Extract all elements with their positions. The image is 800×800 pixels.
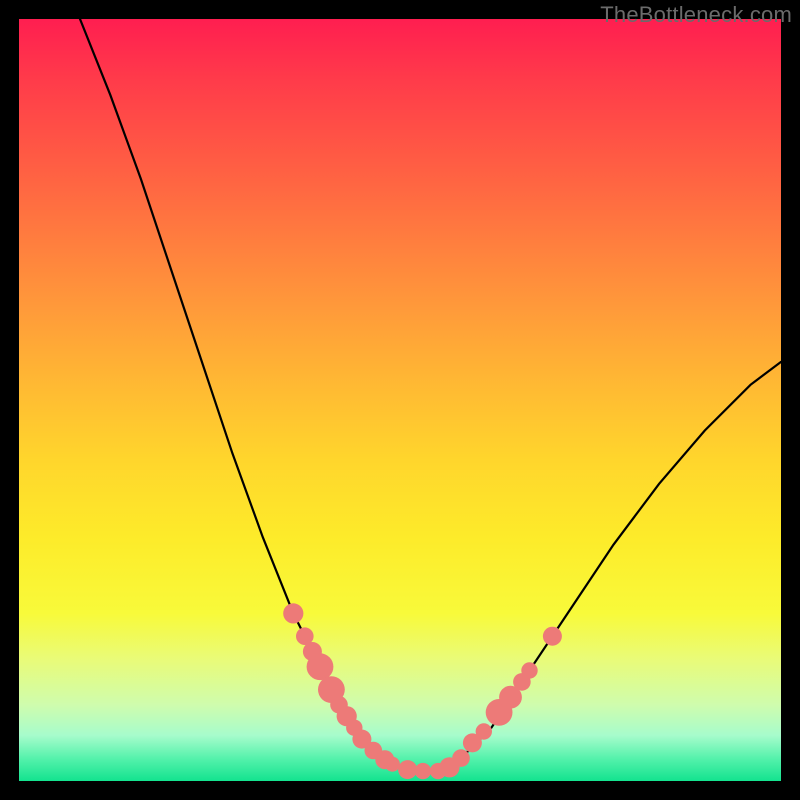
curve-marker — [385, 757, 400, 772]
curve-marker — [476, 723, 492, 739]
curve-marker — [452, 749, 470, 767]
curve-marker — [521, 662, 537, 678]
curve-marker — [398, 760, 417, 779]
curve-marker — [543, 627, 562, 646]
curve-markers — [283, 603, 562, 779]
bottleneck-curve — [80, 19, 781, 773]
curve-marker — [415, 763, 431, 779]
watermark-text: TheBottleneck.com — [600, 2, 792, 28]
curve-marker — [283, 603, 303, 623]
curve-marker — [307, 653, 334, 680]
chart-plot-area — [19, 19, 781, 781]
chart-svg — [19, 19, 781, 781]
